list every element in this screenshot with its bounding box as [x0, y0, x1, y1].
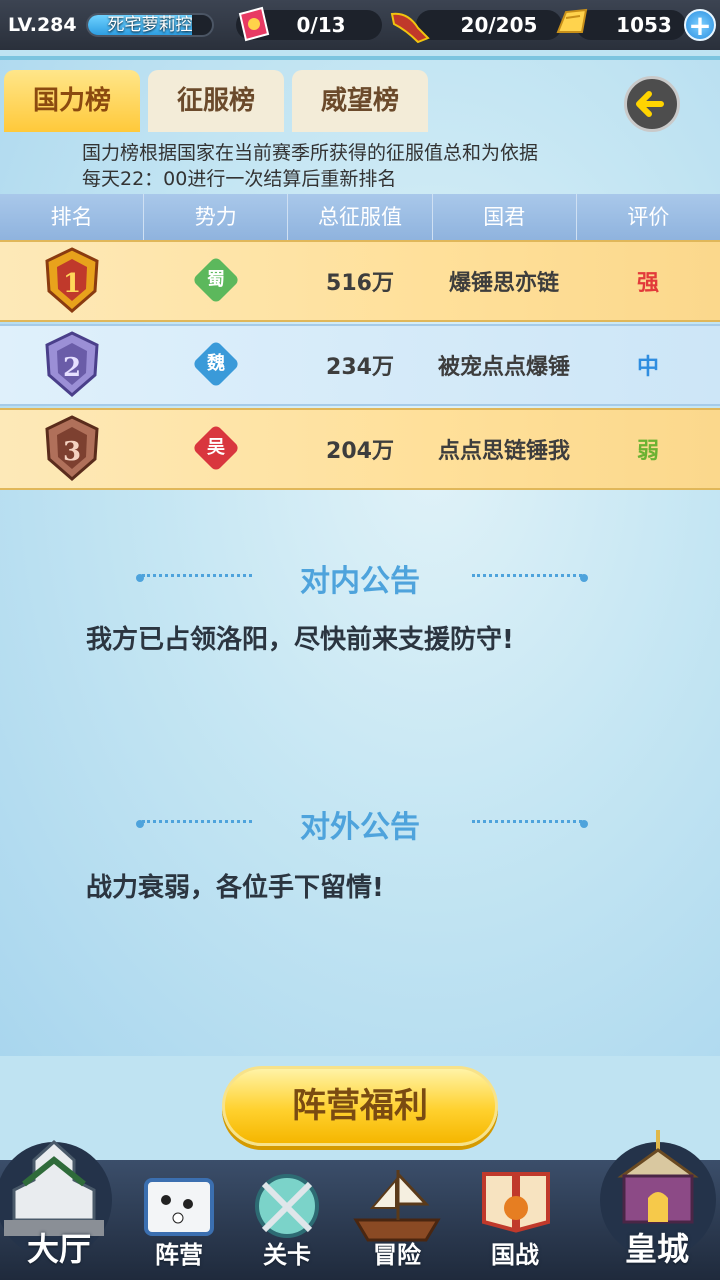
exp-bar: 死宅萝莉控: [86, 13, 214, 37]
header-rank: 排名: [0, 194, 145, 240]
rating: 弱: [636, 439, 659, 464]
svg-text:2: 2: [63, 353, 81, 383]
bottom-nav: 大厅 阵营 关卡 冒险 国战 皇城: [0, 1130, 720, 1280]
rank-cell: 1: [0, 245, 144, 317]
conquest-value: 204万: [326, 439, 394, 464]
faction-cell: 吴: [144, 423, 288, 472]
svg-text:3: 3: [63, 437, 81, 467]
header-conquest-value: 总征服值: [288, 194, 433, 240]
gold-count: 1053: [616, 13, 672, 37]
stamina-count: 20/205: [460, 13, 538, 37]
nav-hall[interactable]: 大厅: [0, 1120, 124, 1280]
nav-camp[interactable]: 阵营: [124, 1160, 234, 1280]
faction-cell: 魏: [144, 339, 288, 388]
table-row[interactable]: 2 魏 234万 被宠点点爆锤 中: [0, 324, 720, 406]
rank-1-badge-icon: 1: [45, 247, 99, 313]
player-level: LV.284: [8, 14, 77, 36]
tab-prestige[interactable]: 威望榜: [292, 70, 428, 132]
faction-badge: 吴: [191, 423, 241, 472]
player-name: 死宅萝莉控: [107, 15, 193, 35]
description-line-2: 每天22：00进行一次结算后重新排名: [82, 168, 397, 190]
external-notice-text: 战力衰弱，各位手下留情!: [86, 873, 384, 903]
ranking-panel: 国力榜 征服榜 威望榜 国力榜根据国家在当前赛季所获得的征服值总和为依据 每天2…: [0, 56, 720, 1056]
camp-welfare-button[interactable]: 阵营福利: [222, 1066, 498, 1146]
ticket-count: 0/13: [296, 13, 346, 37]
conquest-value: 234万: [326, 355, 394, 380]
internal-notice-title: 对内公告: [300, 564, 420, 599]
faction-badge: 蜀: [191, 255, 241, 304]
gold-ingot-icon: [556, 8, 588, 33]
faction-name: 吴: [207, 436, 225, 458]
table-row[interactable]: 1 蜀 516万 爆锤思亦链 强: [0, 240, 720, 322]
rank-3-badge-icon: 3: [45, 415, 99, 481]
talisman-icon: [238, 6, 270, 42]
header-faction: 势力: [144, 194, 289, 240]
nav-hall-label: 大厅: [26, 1230, 91, 1268]
description-line-1: 国力榜根据国家在当前赛季所获得的征服值总和为依据: [82, 142, 539, 164]
nav-palace-label: 皇城: [624, 1230, 689, 1268]
ruler-name: 爆锤思亦链: [448, 271, 559, 296]
conquest-value: 516万: [326, 271, 394, 296]
stamina-counter: 20/205: [416, 10, 562, 40]
rating: 强: [636, 271, 659, 296]
rank-2-badge-icon: 2: [45, 331, 99, 397]
table-header: 排名 势力 总征服值 国君 评价: [0, 194, 720, 240]
faction-name: 蜀: [207, 268, 225, 290]
rank-cell: 2: [0, 329, 144, 401]
nav-war-label: 国战: [491, 1241, 539, 1269]
header-ruler: 国君: [433, 194, 577, 240]
rating: 中: [636, 355, 659, 380]
divider-dot: [580, 820, 588, 828]
divider-dot: [580, 574, 588, 582]
header-rating: 评价: [627, 205, 670, 229]
faction-badge: 魏: [191, 339, 241, 388]
nav-war[interactable]: 国战: [460, 1160, 570, 1280]
divider-line: [472, 820, 582, 823]
gold-counter: 1053: [576, 10, 686, 40]
faction-name: 魏: [207, 352, 225, 374]
divider-line: [472, 574, 582, 577]
ruler-name: 点点思链锤我: [437, 439, 570, 464]
horn-icon: [390, 12, 430, 44]
back-button[interactable]: [624, 76, 680, 132]
svg-text:1: 1: [63, 269, 81, 299]
nav-stage[interactable]: 关卡: [232, 1160, 342, 1280]
nav-palace[interactable]: 皇城: [592, 1120, 720, 1280]
tab-conquest[interactable]: 征服榜: [148, 70, 284, 132]
arrow-left-icon: [636, 91, 664, 117]
internal-notice-text: 我方已占领洛阳，尽快前来支援防守!: [86, 625, 514, 655]
nav-stage-label: 关卡: [263, 1241, 311, 1269]
nav-camp-label: 阵营: [155, 1241, 203, 1269]
tab-national-power[interactable]: 国力榜: [4, 70, 140, 132]
table-row[interactable]: 3 吴 204万 点点思链锤我 弱: [0, 408, 720, 490]
ruler-name: 被宠点点爆锤: [437, 355, 570, 380]
external-notice-title: 对外公告: [300, 810, 420, 845]
faction-cell: 蜀: [144, 255, 288, 304]
ranking-description: 国力榜根据国家在当前赛季所获得的征服值总和为依据 每天22：00进行一次结算后重…: [82, 140, 538, 192]
rank-cell: 3: [0, 413, 144, 485]
nav-adventure[interactable]: 冒险: [342, 1160, 452, 1280]
ranking-tabs: 国力榜 征服榜 威望榜: [4, 70, 428, 132]
nav-adventure-label: 冒险: [373, 1241, 421, 1269]
add-currency-button[interactable]: +: [684, 9, 716, 41]
